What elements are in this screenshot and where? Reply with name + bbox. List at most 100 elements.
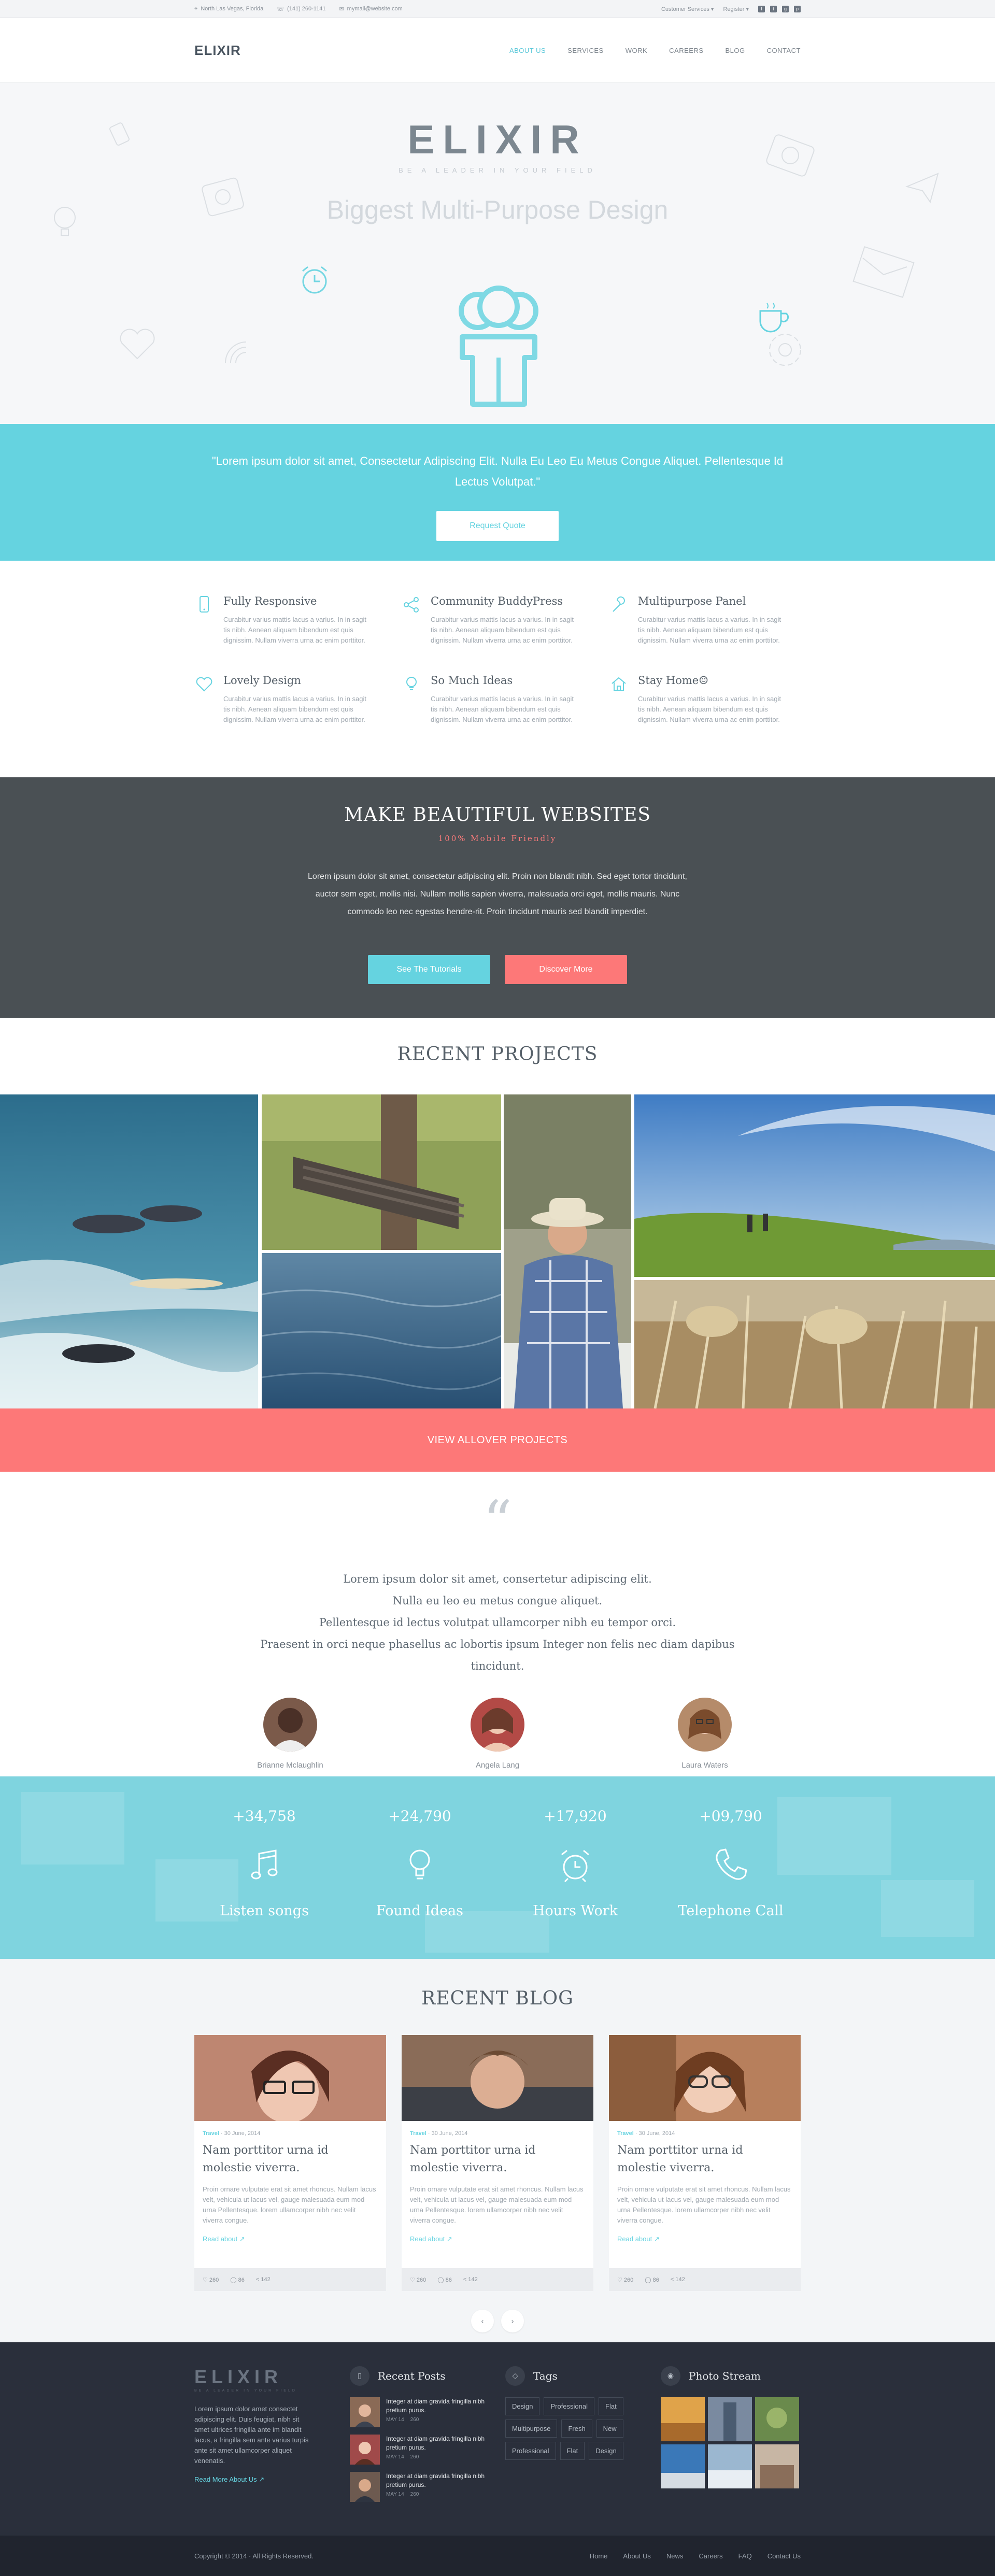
facebook-icon[interactable]: f [758,5,765,12]
tag-chip[interactable]: Professional [544,2397,595,2415]
footer-link-faq[interactable]: FAQ [738,2552,752,2560]
photo-thumbnail[interactable] [755,2444,799,2488]
project-water-image[interactable] [262,1253,501,1408]
footer-logo[interactable]: ELIXIR [194,2366,350,2388]
see-tutorials-button[interactable]: See The Tutorials [368,955,490,984]
blog-image[interactable] [194,2035,386,2121]
comments-count[interactable]: ◯ 86 [230,2276,245,2283]
email-text[interactable]: mymail@website.com [347,6,403,12]
register-dropdown[interactable]: Register ▾ [723,6,749,12]
read-more-about-link[interactable]: Read More About Us ↗ [194,2475,350,2484]
photo-thumbnail[interactable] [708,2444,752,2488]
nav-work[interactable]: WORK [626,47,647,54]
blog-post-title[interactable]: Nam porttitor urna id molestie viverra. [410,2142,585,2177]
tag-chip[interactable]: Fresh [561,2420,592,2438]
project-hill-image[interactable] [634,1094,995,1277]
blog-pager: ‹ › [0,2310,995,2332]
photo-thumbnail[interactable] [708,2397,752,2441]
post-thumbnail[interactable] [350,2472,380,2502]
photo-thumbnail[interactable] [661,2397,705,2441]
google-plus-icon[interactable]: g [782,5,789,12]
shares-count[interactable]: < 142 [256,2276,271,2283]
shares-count[interactable]: < 142 [463,2276,478,2283]
footer-post[interactable]: Integer at diam gravida fringilla nibh p… [350,2435,505,2465]
tag-chip[interactable]: Flat [599,2397,623,2415]
stat-number: +09,790 [699,1808,762,1825]
testimonial-person[interactable]: Angela Lang [394,1698,601,1770]
prev-page-button[interactable]: ‹ [471,2310,494,2332]
feature-item: So Much Ideas Curabitur varius mattis lac… [402,674,593,725]
avatar[interactable] [678,1698,732,1752]
blog-card[interactable]: Travel · 30 June, 2014 Nam porttitor urn… [402,2035,593,2291]
photo-thumbnail[interactable] [661,2444,705,2488]
blog-image[interactable] [402,2035,593,2121]
comments-count[interactable]: ◯ 86 [437,2276,452,2283]
photo-thumbnail[interactable] [755,2397,799,2441]
testimonial-person[interactable]: Laura Waters [601,1698,808,1770]
footer-post[interactable]: Integer at diam gravida fringilla nibh p… [350,2397,505,2427]
footer-link-home[interactable]: Home [590,2552,608,2560]
hero-brand: ELIXIR [407,117,588,162]
post-count: 260 [410,2454,419,2460]
phone-icon: ☏ [277,6,285,12]
post-thumbnail[interactable] [350,2397,380,2427]
nav-careers[interactable]: CAREERS [669,47,703,54]
project-surfers-image[interactable] [0,1094,258,1408]
avatar[interactable] [263,1698,317,1752]
blog-post-title[interactable]: Nam porttitor urna id molestie viverra. [617,2142,792,2177]
blog-card[interactable]: Travel · 30 June, 2014 Nam porttitor urn… [194,2035,386,2291]
tag-chip[interactable]: Professional [505,2442,556,2460]
read-more-link[interactable]: Read about ↗ [617,2235,792,2243]
blog-category[interactable]: Travel [617,2130,634,2137]
post-title[interactable]: Integer at diam gravida fringilla nibh p… [386,2472,505,2489]
nav-about-us[interactable]: ABOUT US [509,47,546,54]
post-title[interactable]: Integer at diam gravida fringilla nibh p… [386,2397,505,2415]
footer-bottom-bar: Copyright © 2014 · All Rights Reserved. … [0,2536,995,2576]
read-more-link[interactable]: Read about ↗ [410,2235,585,2243]
footer-post[interactable]: Integer at diam gravida fringilla nibh p… [350,2472,505,2502]
nav-services[interactable]: SERVICES [567,47,604,54]
email-info[interactable]: ✉ mymail@website.com [339,6,402,12]
nav-contact[interactable]: CONTACT [767,47,801,54]
tag-chip[interactable]: Multipurpose [505,2420,558,2438]
blog-card[interactable]: Travel · 30 June, 2014 Nam porttitor urn… [609,2035,801,2291]
avatar[interactable] [471,1698,524,1752]
twitter-icon[interactable]: t [770,5,777,12]
tag-chip[interactable]: Flat [560,2442,585,2460]
project-wheat-image[interactable] [634,1280,995,1408]
next-page-button[interactable]: › [501,2310,524,2332]
blog-post-title[interactable]: Nam porttitor urna id molestie viverra. [203,2142,378,2177]
post-date: MAY 14 [386,2492,404,2497]
footer-link-about[interactable]: About Us [623,2552,650,2560]
blog-category[interactable]: Travel [410,2130,427,2137]
testimonial-person[interactable]: Brianne Mclaughlin [187,1698,394,1770]
tag-chip[interactable]: Design [505,2397,540,2415]
customer-services-dropdown[interactable]: Customer Services ▾ [661,6,714,12]
blog-image[interactable] [609,2035,801,2121]
site-logo[interactable]: ELIXIR [194,42,241,59]
location-pin-icon: ⌖ [194,5,198,12]
read-more-link[interactable]: Read about ↗ [203,2235,378,2243]
tag-chip[interactable]: New [596,2420,623,2438]
request-quote-button[interactable]: Request Quote [436,511,559,541]
likes-count[interactable]: ♡ 260 [617,2276,633,2283]
nav-blog[interactable]: BLOG [726,47,745,54]
footer-link-news[interactable]: News [666,2552,684,2560]
feature-item: Lovely Design Curabitur varius mattis lac… [194,674,386,725]
tag-chip[interactable]: Design [589,2442,623,2460]
post-thumbnail[interactable] [350,2435,380,2465]
view-all-projects-button[interactable]: VIEW ALLOVER PROJECTS [0,1408,995,1472]
footer-link-contact[interactable]: Contact Us [767,2552,801,2560]
post-title[interactable]: Integer at diam gravida fringilla nibh p… [386,2435,505,2452]
likes-count[interactable]: ♡ 260 [203,2276,219,2283]
blog-category[interactable]: Travel [203,2130,219,2137]
shares-count[interactable]: < 142 [671,2276,685,2283]
project-bench-image[interactable] [262,1094,501,1250]
project-man-hat-image[interactable] [504,1094,631,1408]
footer-link-careers[interactable]: Careers [699,2552,722,2560]
discover-more-button[interactable]: Discover More [505,955,627,984]
comments-count[interactable]: ◯ 86 [645,2276,659,2283]
feature-text: Curabitur varius mattis lacus a varius. … [223,695,366,723]
pinterest-icon[interactable]: p [794,5,801,12]
likes-count[interactable]: ♡ 260 [410,2276,426,2283]
